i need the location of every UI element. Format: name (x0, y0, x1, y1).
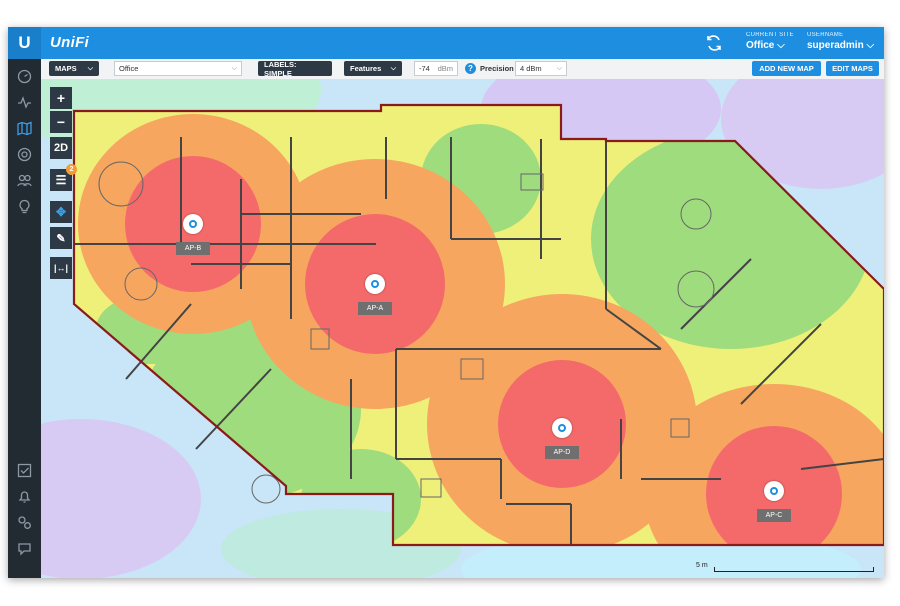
brand-title: UniFi (50, 34, 89, 51)
measure-tool-button[interactable]: |↔| (50, 257, 72, 279)
chevron-down-icon: ⌵ (866, 40, 875, 51)
view-mode-button[interactable]: 2D (50, 137, 72, 159)
zoom-in-button[interactable]: + (50, 87, 72, 109)
map-toolbar: MAPS ⌵ Office ⌵ LABELS: SIMPLE Features … (41, 59, 884, 80)
current-site-caption: CURRENT SITE (746, 32, 794, 38)
top-bar: U UniFi CURRENT SITE Office ⌵ USERNAME s… (8, 27, 884, 59)
help-icon[interactable]: ? (465, 63, 476, 74)
signal-value: -74 (419, 64, 430, 73)
pencil-icon: ✎ (56, 232, 66, 245)
list-icon: ☰ (55, 173, 67, 187)
maps-dropdown[interactable]: MAPS ⌵ (49, 61, 99, 76)
chevron-down-icon: ⌵ (777, 40, 785, 51)
map-icon[interactable] (17, 121, 32, 136)
access-point[interactable]: AP-A (357, 274, 393, 315)
username-caption: USERNAME (807, 32, 844, 38)
precision-label: Precision (480, 64, 514, 73)
features-label: Features (350, 64, 382, 73)
maps-label: MAPS (55, 64, 77, 73)
zoom-out-button[interactable]: − (50, 111, 72, 133)
username-value: superadmin (807, 40, 864, 51)
access-point-icon (365, 274, 385, 294)
map-select[interactable]: Office ⌵ (114, 61, 242, 76)
clients-icon[interactable] (17, 173, 32, 188)
refresh-icon[interactable] (705, 34, 723, 52)
precision-select[interactable]: 4 dBm ⌵ (515, 61, 567, 76)
access-point-label: AP-B (176, 242, 210, 255)
move-icon: ✥ (55, 205, 67, 219)
insights-icon[interactable] (17, 199, 32, 214)
device-count-badge: 2 (66, 164, 77, 175)
chevron-down-icon: ⌵ (390, 64, 396, 72)
chat-icon[interactable] (17, 541, 32, 556)
ubiquiti-logo-icon[interactable]: U (8, 27, 41, 59)
scale-bar (714, 567, 874, 572)
add-new-map-button[interactable]: ADD NEW MAP (752, 61, 821, 76)
features-dropdown[interactable]: Features ⌵ (344, 61, 402, 76)
sidebar (8, 59, 41, 578)
chevron-down-icon: ⌵ (556, 64, 562, 72)
map-select-value: Office (119, 64, 139, 73)
access-point-icon (183, 214, 203, 234)
tasks-icon[interactable] (17, 463, 32, 478)
access-point[interactable]: AP-B (175, 214, 211, 255)
floor-plan-map[interactable]: + − 2D ☰ 2 ✥ ✎ |↔| AP-B AP-A AP-D AP-C 5… (41, 79, 884, 578)
precision-value: 4 dBm (520, 64, 542, 73)
measure-icon: |↔| (53, 263, 69, 273)
access-point-label: AP-A (358, 302, 392, 315)
labels-button-label: LABELS: SIMPLE (264, 59, 297, 78)
user-menu[interactable]: USERNAME superadmin ⌵ (807, 32, 874, 51)
settings-icon[interactable] (17, 515, 32, 530)
chevron-down-icon: ⌵ (231, 64, 237, 72)
scale-label: 5 m (696, 562, 708, 569)
map-scale: 5 m (696, 562, 874, 574)
current-site-selector[interactable]: CURRENT SITE Office ⌵ (746, 32, 794, 51)
statistics-icon[interactable] (17, 95, 32, 110)
edit-maps-button[interactable]: EDIT MAPS (826, 61, 879, 76)
signal-threshold-input[interactable]: -74 dBm (414, 61, 458, 76)
access-point-icon (552, 418, 572, 438)
chevron-down-icon: ⌵ (87, 64, 93, 72)
access-point-icon (764, 481, 784, 501)
access-point[interactable]: AP-C (756, 481, 792, 522)
access-point-label: AP-C (757, 509, 791, 522)
labels-button[interactable]: LABELS: SIMPLE (258, 59, 332, 78)
move-tool-button[interactable]: ✥ (50, 201, 72, 223)
access-point[interactable]: AP-D (544, 418, 580, 459)
device-list-button[interactable]: ☰ 2 (50, 164, 77, 191)
unifi-window: U UniFi CURRENT SITE Office ⌵ USERNAME s… (8, 27, 884, 578)
current-site-value: Office (746, 40, 775, 51)
dashboard-icon[interactable] (17, 69, 32, 84)
bell-icon[interactable] (17, 489, 32, 504)
draw-tool-button[interactable]: ✎ (50, 227, 72, 249)
signal-unit: dBm (437, 64, 453, 73)
devices-icon[interactable] (17, 147, 32, 162)
access-point-label: AP-D (545, 446, 579, 459)
